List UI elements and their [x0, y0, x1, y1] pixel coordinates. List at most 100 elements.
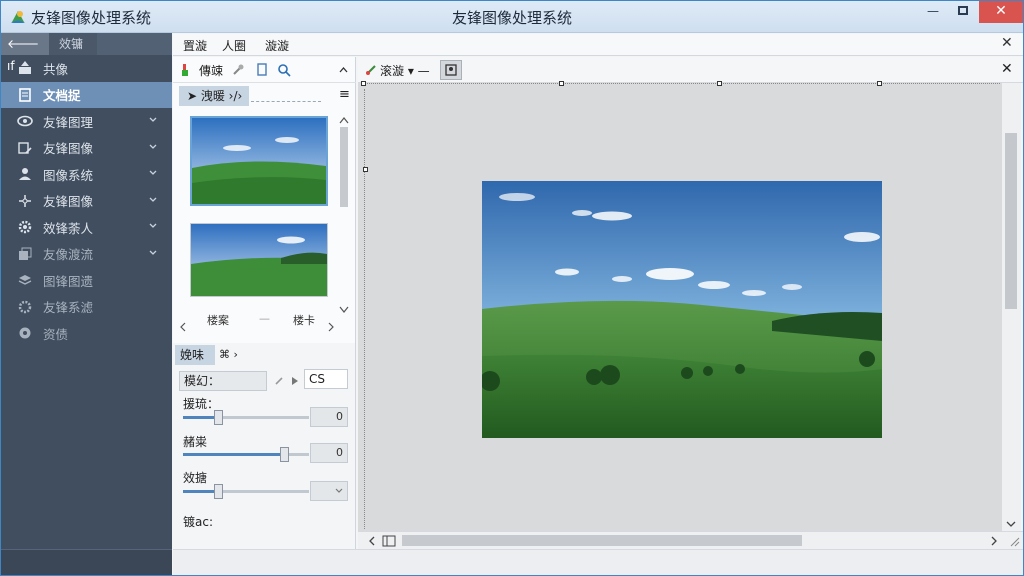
- zoom-icon[interactable]: [277, 63, 291, 77]
- landscape-thumbnail: [192, 118, 326, 204]
- slider1-fill: [183, 416, 219, 419]
- chevron-down-icon: [149, 170, 157, 175]
- bookmark-icon[interactable]: [257, 63, 269, 77]
- selection-handle[interactable]: [877, 81, 882, 86]
- colorspace-value: CS: [309, 372, 325, 386]
- sidebar-item-label: 友锋图像: [43, 141, 94, 157]
- sidebar-item-label: 友锋图理: [43, 114, 94, 130]
- slider2-fill: [183, 453, 284, 456]
- thumbnail-panel: 傳竦 ➤ 洩暖 ›/› ≡ 楼案 — 楼卡: [173, 57, 356, 343]
- share-icon: [17, 60, 33, 76]
- cog-icon: [17, 299, 33, 315]
- thumbnail-tab[interactable]: ➤ 洩暖 ›/›: [179, 86, 249, 106]
- landscape-photo: [482, 181, 882, 438]
- maximize-icon: [958, 6, 968, 15]
- sidebar-item-adjust[interactable]: 友锋图像: [1, 188, 172, 215]
- image-edit-icon: [17, 140, 33, 156]
- selection-handle[interactable]: [363, 167, 368, 172]
- panel-menu-icon[interactable]: ≡: [339, 87, 350, 102]
- close-window-button[interactable]: ✕: [979, 1, 1023, 23]
- canvas-toolbar: 滚漩 ▾ — ✕: [358, 57, 1023, 83]
- sidebar-item-filters[interactable]: 友锋系滤: [1, 294, 172, 321]
- sidebar-tab[interactable]: 效镛: [49, 33, 97, 55]
- canvas-tool-select[interactable]: 滚漩 ▾ —: [380, 62, 430, 79]
- thumbnail-selected[interactable]: [190, 116, 328, 206]
- close-tab-button[interactable]: ✕: [1001, 35, 1013, 51]
- menu-item[interactable]: 漩漩: [265, 37, 289, 54]
- link-icon[interactable]: [273, 375, 285, 387]
- hscroll-thumb[interactable]: [402, 535, 802, 546]
- brush-icon: [182, 64, 188, 76]
- menu-item[interactable]: 置漩: [183, 37, 207, 54]
- minimize-button[interactable]: —: [919, 1, 947, 23]
- sidebar-header: 🡐 ıf 效镛: [1, 33, 172, 73]
- sidebar-item-label: 图锋图遗: [43, 273, 94, 289]
- thumbnail-hscrollbar[interactable]: [179, 321, 339, 333]
- selection-handle[interactable]: [559, 81, 564, 86]
- thumbnail-tool-label[interactable]: 傳竦: [199, 62, 223, 79]
- slider2-track[interactable]: [183, 447, 309, 462]
- sidebar-item-label: 共像: [43, 61, 69, 77]
- scrollbar-track: [339, 117, 349, 313]
- menu-item[interactable]: 人圈: [222, 37, 246, 54]
- slider3-track[interactable]: [183, 484, 309, 499]
- user-icon: [17, 166, 33, 182]
- slider2-thumb[interactable]: [279, 447, 289, 462]
- page-icon[interactable]: [382, 535, 396, 547]
- slider3-fill: [183, 490, 219, 493]
- vertical-ruler: [364, 89, 370, 529]
- slider1-value-field[interactable]: 0: [310, 407, 348, 427]
- slider3-thumb[interactable]: [214, 484, 224, 499]
- scrollbar-track: [180, 322, 334, 332]
- slider1-track[interactable]: [183, 410, 309, 425]
- vscroll-thumb[interactable]: [1005, 133, 1017, 309]
- sidebar-item-label: 资债: [43, 326, 69, 342]
- title-bar: 友锋图像处理系统 友锋图像处理系统 — ✕: [1, 1, 1023, 33]
- scroll-right-icon[interactable]: [990, 536, 998, 546]
- thumbnail-scrollbar[interactable]: [338, 115, 350, 315]
- chevron-down-icon: [149, 144, 157, 149]
- colorspace-select[interactable]: CS: [304, 369, 348, 389]
- resize-grip-icon[interactable]: [1008, 535, 1020, 547]
- chevron-down-icon: [149, 223, 157, 228]
- status-bar: [173, 549, 1023, 575]
- sidebar-item-share[interactable]: 共像: [1, 55, 172, 82]
- thumbnail-item[interactable]: [190, 223, 328, 297]
- sidebar-item-label: 文档捉: [43, 88, 81, 104]
- sidebar-item-image-edit[interactable]: 友锋图像: [1, 135, 172, 162]
- sidebar-item-view[interactable]: 友锋图理: [1, 108, 172, 135]
- slider1-thumb[interactable]: [214, 410, 224, 425]
- properties-tab-secondary[interactable]: ⌘ ›: [219, 348, 238, 361]
- eye-icon: [17, 113, 33, 129]
- sidebar-item-label: 友锋系滤: [43, 300, 94, 316]
- selection-handle[interactable]: [717, 81, 722, 86]
- pin-icon[interactable]: [231, 63, 245, 77]
- sidebar-item-user[interactable]: 图像系统: [1, 161, 172, 188]
- collapse-icon[interactable]: [339, 66, 348, 73]
- slider2-value-field[interactable]: 0: [310, 443, 348, 463]
- scroll-down-icon[interactable]: [1006, 521, 1016, 528]
- play-icon[interactable]: [291, 376, 299, 386]
- view-toggle-button[interactable]: [440, 60, 462, 80]
- mode-label-field[interactable]: 模幻：: [179, 371, 267, 391]
- canvas-hscrollbar[interactable]: [358, 531, 1023, 549]
- slider3-select[interactable]: [310, 481, 348, 501]
- sidebar-item-layers[interactable]: 图锋图遗: [1, 267, 172, 294]
- menu-bar: 置漩 人圈 漩漩 ✕: [173, 34, 1023, 56]
- sidebar-item-stack[interactable]: 友像渡流: [1, 241, 172, 268]
- properties-tab[interactable]: 娩味: [175, 345, 215, 365]
- main-image[interactable]: [482, 181, 882, 438]
- mode-label: 模幻：: [184, 374, 221, 388]
- selection-handle[interactable]: [361, 81, 366, 86]
- sidebar-item-settings[interactable]: 效锋荼人: [1, 214, 172, 241]
- footer-label: 镀ac:: [183, 515, 213, 529]
- canvas-vscrollbar[interactable]: [1002, 83, 1021, 531]
- app-title: 友锋图像处理系统: [31, 9, 152, 27]
- close-canvas-button[interactable]: ✕: [1001, 61, 1013, 77]
- window-title: 友锋图像处理系统: [451, 9, 572, 27]
- sidebar-item-resources[interactable]: 资债: [1, 320, 172, 347]
- sidebar-item-document[interactable]: 文档捉: [1, 81, 172, 108]
- scroll-left-icon[interactable]: [368, 536, 376, 546]
- back-button[interactable]: 🡐 ıf: [1, 33, 49, 73]
- maximize-button[interactable]: [949, 1, 977, 23]
